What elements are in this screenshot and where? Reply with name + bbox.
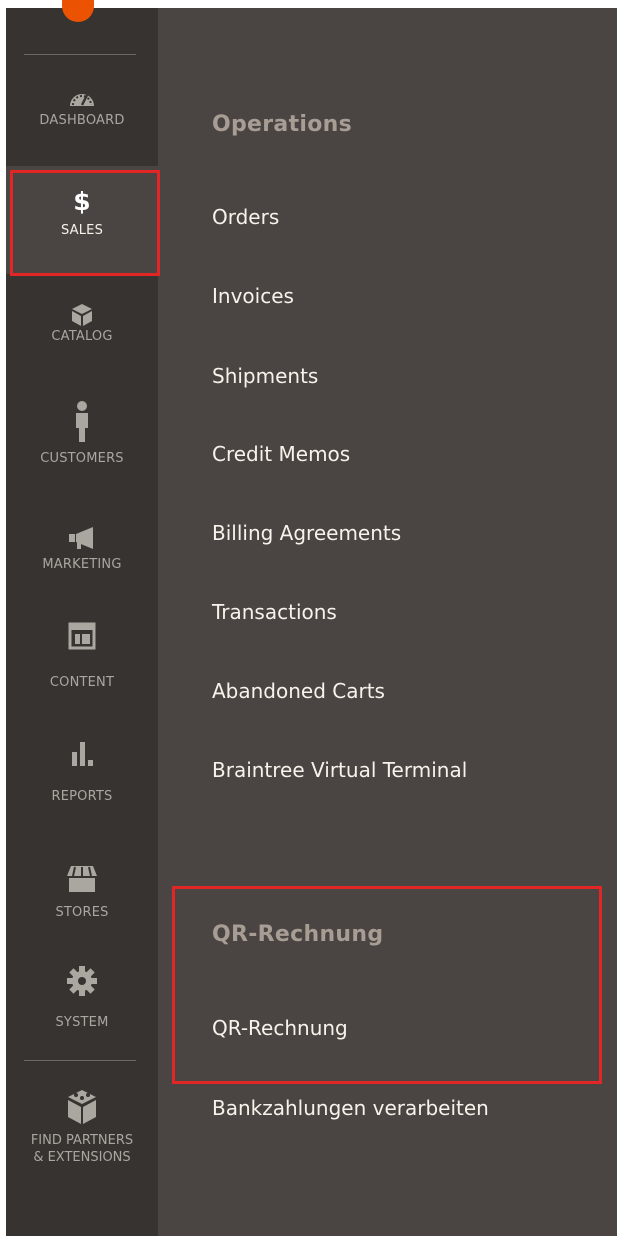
blocks-icon (6, 1070, 158, 1132)
menu-link-abandoned-carts[interactable]: Abandoned Carts (212, 679, 385, 703)
sidebar-item-label: CATALOG (51, 329, 113, 344)
sidebar-item-dashboard[interactable]: DASHBOARD (6, 86, 158, 166)
megaphone-icon (6, 526, 158, 556)
menu-link-invoices[interactable]: Invoices (212, 284, 294, 308)
sidebar-item-label: MARKETING (42, 557, 122, 572)
layout-icon (6, 622, 158, 674)
sidebar-item-label-line1: FIND PARTNERS (30, 1133, 134, 1148)
menu-link-credit-memos[interactable]: Credit Memos (212, 442, 350, 466)
menu-link-braintree-virtual-terminal[interactable]: Braintree Virtual Terminal (212, 758, 467, 782)
menu-link-shipments[interactable]: Shipments (212, 364, 318, 388)
sidebar-item-sales[interactable]: $ SALES (6, 166, 158, 274)
section-title-operations: Operations (212, 112, 352, 137)
sidebar-item-label: SYSTEM (55, 1015, 109, 1030)
sidebar-item-label: DASHBOARD (39, 113, 125, 128)
admin-frame: DASHBOARD $ SALES CATALOG CUSTOMERS MARK… (6, 0, 617, 1236)
section-title-qr-rechnung: QR-Rechnung (212, 922, 384, 947)
sidebar-item-label-line2: & EXTENSIONS (33, 1150, 131, 1165)
menu-link-billing-agreements[interactable]: Billing Agreements (212, 521, 401, 545)
menu-link-qr-rechnung[interactable]: QR-Rechnung (212, 1016, 348, 1040)
sidebar: DASHBOARD $ SALES CATALOG CUSTOMERS MARK… (6, 0, 158, 1236)
sidebar-item-label: CUSTOMERS (40, 451, 124, 466)
sidebar-item-content[interactable]: CONTENT (6, 622, 158, 712)
gear-icon (6, 964, 158, 1014)
qr-highlight-box (172, 886, 602, 1084)
sidebar-item-label: REPORTS (51, 789, 113, 804)
person-icon (6, 400, 158, 450)
sidebar-item-customers[interactable]: CUSTOMERS (6, 400, 158, 490)
sidebar-item-label: STORES (55, 905, 109, 920)
bar-chart-icon (6, 738, 158, 788)
menu-link-bankzahlungen-verarbeiten[interactable]: Bankzahlungen verarbeiten (212, 1096, 489, 1120)
menu-link-transactions[interactable]: Transactions (212, 600, 337, 624)
sidebar-item-label: CONTENT (49, 675, 115, 690)
sidebar-item-label: SALES (60, 223, 104, 238)
sidebar-item-marketing[interactable]: MARKETING (6, 526, 158, 606)
storefront-icon (6, 864, 158, 904)
dollar-icon: $ (73, 187, 91, 216)
sidebar-item-reports[interactable]: REPORTS (6, 738, 158, 822)
magento-logo[interactable] (62, 0, 94, 22)
box-icon (6, 302, 158, 328)
menu-link-orders[interactable]: Orders (212, 205, 279, 229)
dashboard-gauge-icon (6, 86, 158, 112)
sidebar-item-stores[interactable]: STORES (6, 864, 158, 942)
sidebar-item-find-partners[interactable]: FIND PARTNERS & EXTENSIONS (6, 1070, 158, 1190)
sidebar-divider (24, 54, 136, 55)
sidebar-divider (24, 1060, 136, 1061)
sidebar-item-catalog[interactable]: CATALOG (6, 302, 158, 382)
sidebar-item-system[interactable]: SYSTEM (6, 964, 158, 1044)
